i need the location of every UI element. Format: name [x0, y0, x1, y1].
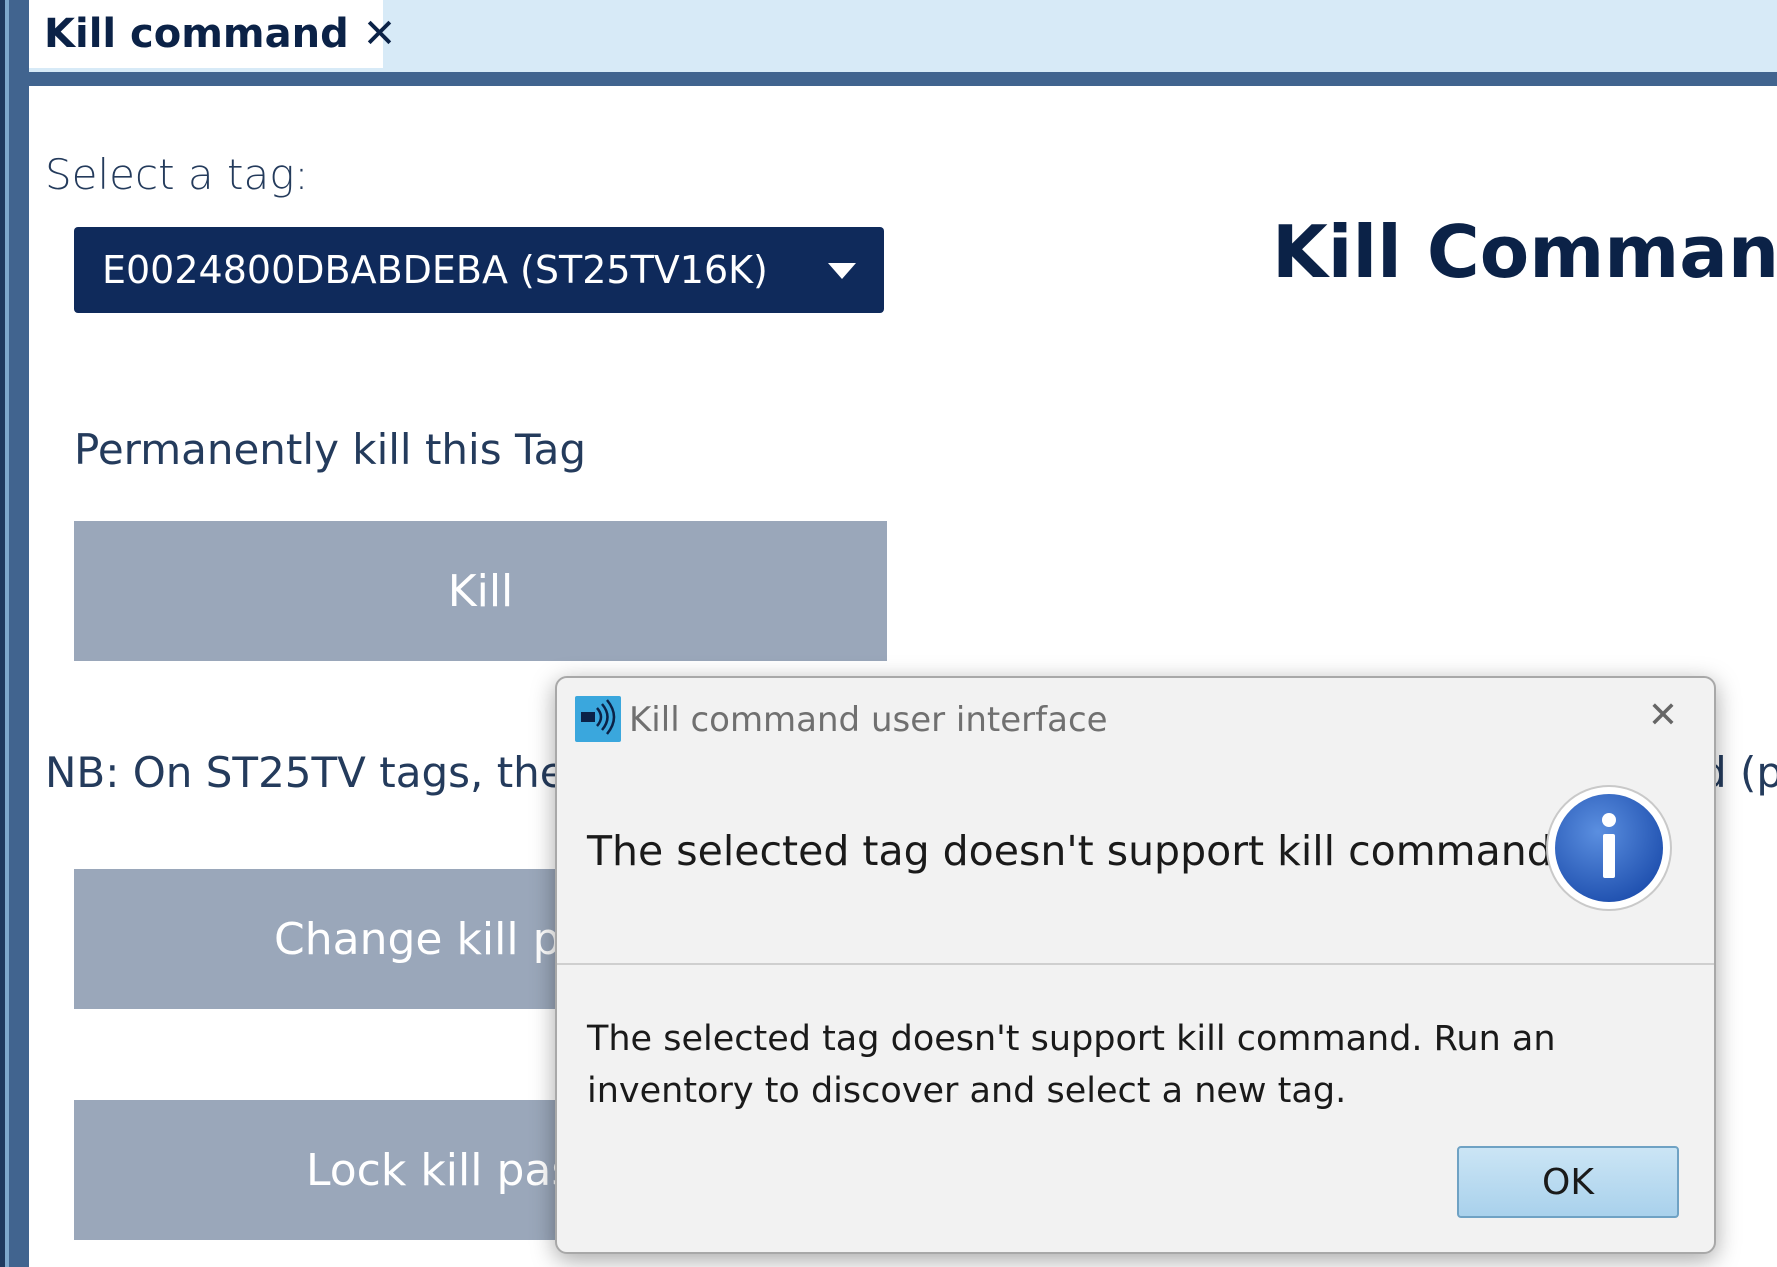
select-tag-label: Select a tag:	[45, 150, 309, 199]
tab-close-icon[interactable]: ✕	[363, 14, 397, 54]
ok-button[interactable]: OK	[1457, 1146, 1679, 1218]
view-left-frame	[9, 0, 29, 1267]
tab-underline	[9, 72, 1777, 86]
tab-title: Kill command	[44, 11, 349, 57]
dialog-header-text: The selected tag doesn't support kill co…	[587, 827, 1566, 875]
tab-kill-command[interactable]: Kill command ✕	[19, 0, 396, 68]
dialog-header: The selected tag doesn't support kill co…	[557, 762, 1714, 940]
st-nfc-app-icon	[575, 696, 621, 742]
dialog-body-text: The selected tag doesn't support kill co…	[587, 1019, 1556, 1111]
dialog-titlebar[interactable]: Kill command user interface ✕	[557, 678, 1714, 762]
page-title: Kill Command	[1272, 210, 1777, 294]
tag-select-dropdown[interactable]: E0024800DBABDEBA (ST25TV16K)	[74, 227, 884, 313]
info-icon	[1545, 784, 1673, 912]
tab-bar: Kill command ✕	[9, 0, 1777, 72]
info-dialog: Kill command user interface ✕ The select…	[555, 676, 1716, 1254]
dialog-separator	[557, 963, 1714, 965]
tag-select-value: E0024800DBABDEBA (ST25TV16K)	[102, 248, 768, 292]
dialog-title: Kill command user interface	[629, 700, 1108, 740]
dialog-close-icon[interactable]: ✕	[1648, 698, 1678, 734]
permanently-kill-label: Permanently kill this Tag	[74, 425, 587, 474]
nb-note-text: NB: On ST25TV tags, the 'Ki	[45, 748, 630, 797]
dropdown-arrow-icon	[828, 263, 856, 279]
kill-button[interactable]: Kill	[74, 521, 887, 661]
